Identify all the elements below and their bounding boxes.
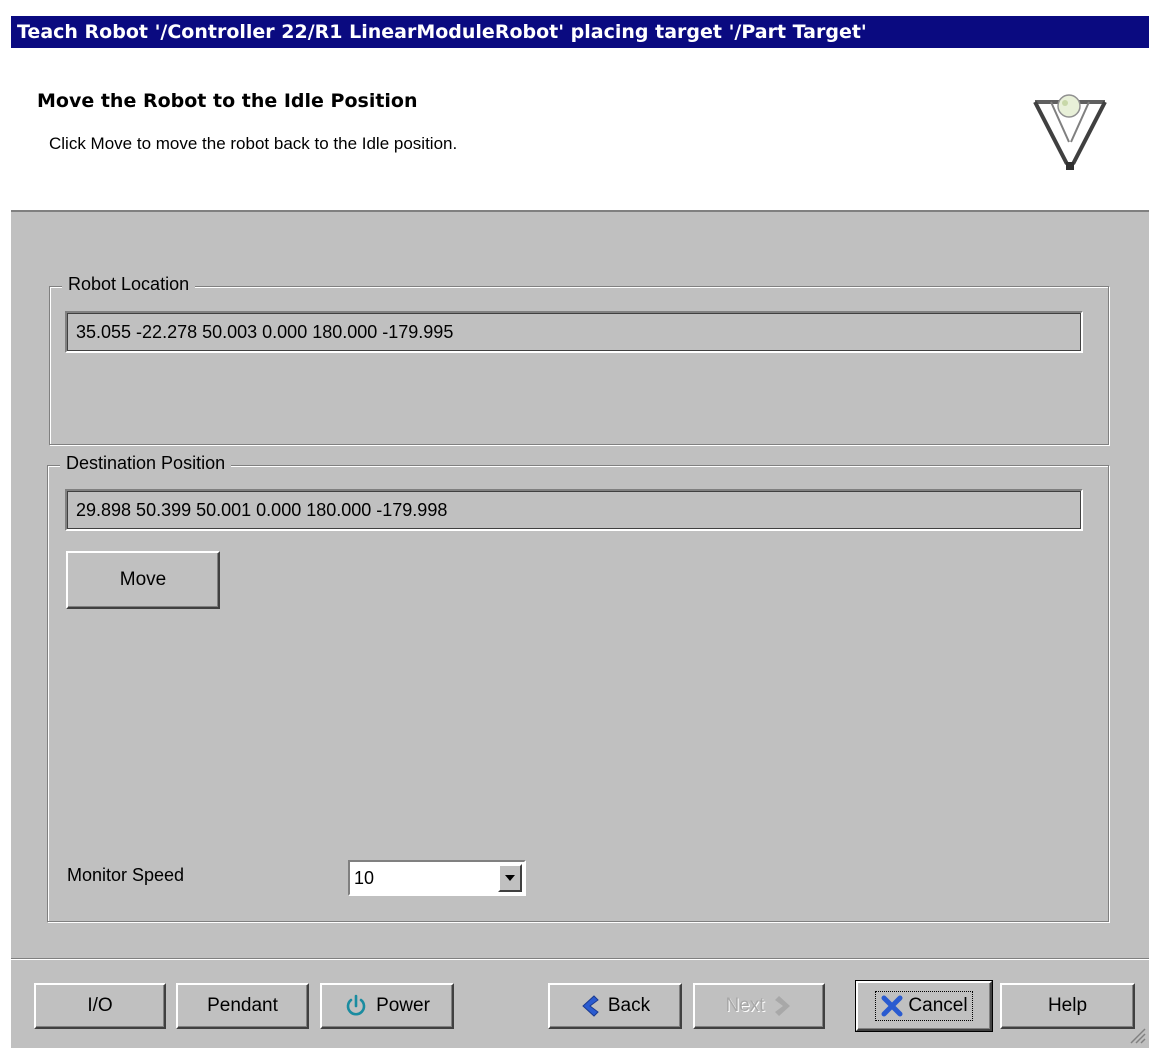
move-button[interactable]: Move <box>66 551 220 609</box>
back-button[interactable]: Back <box>548 983 682 1029</box>
window-title-bar[interactable]: Teach Robot '/Controller 22/R1 LinearMod… <box>11 16 1149 48</box>
move-button-label: Move <box>119 569 167 590</box>
io-button[interactable]: I/O <box>34 983 166 1029</box>
robot-location-group: Robot Location 35.055 -22.278 50.003 0.0… <box>49 274 1109 445</box>
robot-location-field: 35.055 -22.278 50.003 0.000 180.000 -179… <box>65 311 1083 353</box>
monitor-speed-select[interactable]: 10 <box>348 860 526 896</box>
destination-position-label: Destination Position <box>60 453 232 474</box>
back-button-label: Back <box>607 995 651 1016</box>
back-arrow-icon <box>582 995 599 1017</box>
monitor-speed-label: Monitor Speed <box>67 865 185 885</box>
delta-robot-icon <box>1033 94 1107 170</box>
destination-position-group: Destination Position 29.898 50.399 50.00… <box>47 453 1109 922</box>
pendant-button-label: Pendant <box>207 995 278 1016</box>
chevron-down-icon[interactable] <box>498 864 522 892</box>
footer-divider <box>11 958 1149 960</box>
power-button-label: Power <box>376 995 430 1016</box>
resize-grip-icon[interactable] <box>1128 1026 1146 1044</box>
monitor-speed-value: 10 <box>354 868 375 888</box>
destination-position-field: 29.898 50.399 50.001 0.000 180.000 -179.… <box>65 489 1083 531</box>
power-icon <box>346 994 366 1016</box>
cancel-focus-ring: Cancel <box>875 991 973 1021</box>
next-arrow-icon <box>774 996 790 1016</box>
next-button[interactable]: Next <box>693 983 825 1029</box>
cancel-button-label: Cancel <box>908 995 968 1016</box>
teach-robot-dialog: Teach Robot '/Controller 22/R1 LinearMod… <box>10 16 1149 1048</box>
io-button-label: I/O <box>87 995 113 1016</box>
step-title: Move the Robot to the Idle Position <box>37 90 418 112</box>
pendant-button[interactable]: Pendant <box>176 983 309 1029</box>
next-button-label: Next <box>725 995 765 1016</box>
help-button[interactable]: Help <box>1000 983 1135 1029</box>
wizard-header: Move the Robot to the Idle Position Clic… <box>11 48 1149 212</box>
robot-location-label: Robot Location <box>62 274 196 295</box>
cancel-button[interactable]: Cancel <box>855 980 993 1032</box>
cancel-x-icon <box>881 995 903 1017</box>
step-description: Click Move to move the robot back to the… <box>49 134 458 153</box>
power-button[interactable]: Power <box>320 983 454 1029</box>
help-button-label: Help <box>1047 995 1088 1016</box>
